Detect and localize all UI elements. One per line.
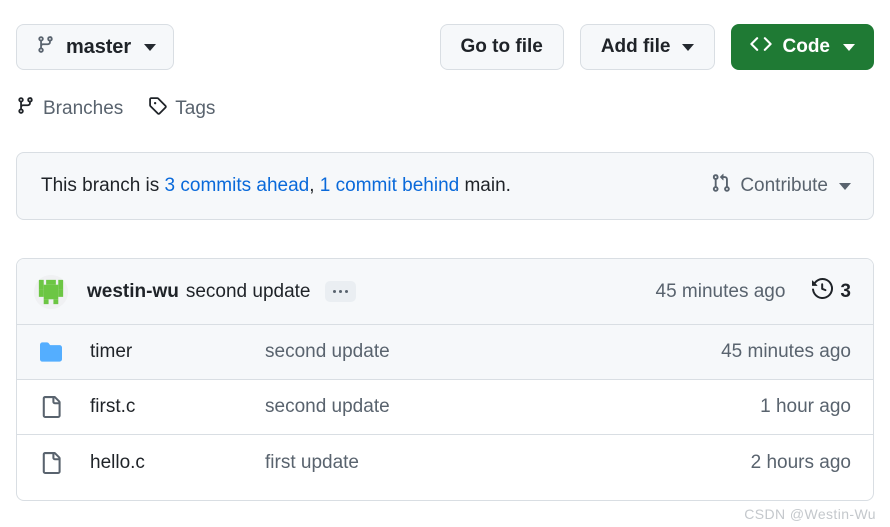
code-button-label: Code (782, 36, 831, 57)
branches-link[interactable]: Branches (16, 96, 123, 121)
code-brackets-icon (749, 33, 772, 61)
commit-author[interactable]: westin-wu (87, 281, 179, 303)
add-file-button[interactable]: Add file (579, 24, 715, 70)
file-commit-message[interactable]: second update (265, 396, 390, 418)
contribute-button[interactable]: Contribute (711, 173, 851, 199)
git-pull-request-icon (711, 173, 731, 199)
file-commit-message[interactable]: second update (265, 341, 390, 363)
commit-message[interactable]: second update (186, 281, 311, 303)
tags-link[interactable]: Tags (148, 96, 215, 121)
file-icon (39, 396, 63, 418)
git-branch-icon (16, 96, 35, 121)
branch-selector-label: master (66, 35, 131, 58)
file-name[interactable]: timer (90, 341, 265, 363)
avatar[interactable] (34, 274, 68, 309)
chevron-down-icon (843, 43, 855, 51)
table-row[interactable]: hello.c first update 2 hours ago (17, 435, 873, 490)
go-to-file-label: Go to file (460, 36, 543, 57)
folder-icon (39, 341, 63, 363)
commit-history-link[interactable]: 3 (812, 277, 851, 305)
tags-label: Tags (175, 97, 216, 119)
file-commit-message[interactable]: first update (265, 452, 359, 474)
file-listing-panel: westin-wu second update 45 minutes ago 3 (16, 258, 874, 501)
commit-header-right: 45 minutes ago 3 (655, 277, 851, 305)
history-clock-icon (812, 277, 834, 305)
file-name[interactable]: first.c (90, 396, 265, 418)
ellipsis-dot (332, 290, 336, 293)
file-relative-time: 2 hours ago (750, 451, 851, 473)
ellipsis-dot (344, 290, 348, 293)
table-row[interactable]: timer second update 45 minutes ago (17, 325, 873, 380)
latest-commit-header: westin-wu second update 45 minutes ago 3 (17, 259, 873, 325)
file-relative-time: 45 minutes ago (721, 341, 851, 362)
go-to-file-button[interactable]: Go to file (439, 24, 564, 70)
watermark: CSDN @Westin-Wu (744, 506, 876, 522)
repo-toolbar: master Go to file Add file Code (0, 0, 890, 90)
code-button[interactable]: Code (730, 24, 874, 70)
branch-status-text: This branch is 3 commits ahead, 1 commit… (41, 175, 511, 197)
file-relative-time: 1 hour ago (760, 396, 851, 417)
branch-status-prefix: This branch is (41, 175, 165, 196)
file-name[interactable]: hello.c (90, 452, 265, 474)
table-row[interactable]: first.c second update 1 hour ago (17, 380, 873, 435)
branch-status-banner: This branch is 3 commits ahead, 1 commit… (16, 152, 874, 220)
branch-selector-button[interactable]: master (16, 24, 174, 70)
toolbar-actions: Go to file Add file Code (439, 24, 874, 70)
branch-status-separator: , (309, 175, 320, 196)
tag-icon (148, 96, 168, 121)
git-branch-icon (36, 35, 55, 59)
commit-count: 3 (840, 280, 851, 302)
chevron-down-icon (144, 43, 156, 51)
contribute-label: Contribute (740, 175, 828, 196)
chevron-down-icon (839, 182, 851, 190)
file-icon (39, 451, 63, 474)
expand-commit-message-button[interactable] (324, 281, 356, 302)
repo-meta-row: Branches Tags (16, 96, 215, 121)
chevron-down-icon (681, 43, 694, 51)
ellipsis-dot (338, 290, 342, 293)
branches-label: Branches (43, 97, 124, 119)
add-file-label: Add file (600, 36, 671, 57)
commit-relative-time: 45 minutes ago (655, 280, 786, 302)
branch-status-suffix: main. (459, 175, 511, 196)
commits-ahead-link[interactable]: 3 commits ahead (165, 175, 310, 196)
commits-behind-link[interactable]: 1 commit behind (320, 175, 459, 196)
